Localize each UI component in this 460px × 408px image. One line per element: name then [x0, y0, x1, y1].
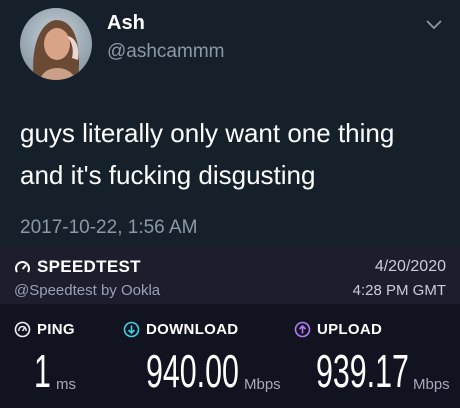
- result-time: 4:28 PM GMT: [352, 282, 446, 299]
- ping-value: 1: [34, 345, 51, 397]
- download-value: 940.00: [146, 345, 239, 397]
- gauge-icon: [14, 321, 31, 338]
- tweet-timestamp[interactable]: 2017-10-22, 1:56 AM: [20, 217, 197, 239]
- tweet-text: guys literally only want one thing and i…: [20, 112, 450, 196]
- tweet-card: Ash @ashcammm guys literally only want o…: [0, 0, 460, 246]
- arrow-down-circle-icon: [123, 321, 140, 338]
- speedtest-brand-label: SPEEDTEST: [37, 257, 141, 276]
- upload-label: UPLOAD: [294, 321, 382, 338]
- chevron-down-icon[interactable]: [425, 18, 443, 32]
- display-name[interactable]: Ash: [107, 12, 145, 35]
- speedtest-results: PING 1 ms DOWNLOAD 940.00 Mbps UPLOAD 93…: [0, 304, 460, 408]
- user-handle[interactable]: @ashcammm: [107, 41, 224, 63]
- speedtest-header: SPEEDTEST @Speedtest by Ookla 4/20/2020 …: [0, 246, 460, 304]
- download-label: DOWNLOAD: [123, 321, 238, 338]
- ping-label: PING: [14, 321, 75, 338]
- speedtest-brand: SPEEDTEST: [14, 257, 141, 277]
- download-unit: Mbps: [244, 376, 281, 393]
- arrow-up-circle-icon: [294, 321, 311, 338]
- speedtest-handle[interactable]: @Speedtest by Ookla: [14, 282, 160, 299]
- gauge-icon: [15, 260, 30, 273]
- avatar[interactable]: [20, 8, 92, 80]
- ping-unit: ms: [56, 376, 76, 393]
- ping-label-text: PING: [37, 321, 75, 338]
- upload-unit: Mbps: [413, 376, 450, 393]
- download-label-text: DOWNLOAD: [146, 321, 239, 338]
- tweet-text-line: guys literally only want one thing: [20, 118, 395, 148]
- upload-label-text: UPLOAD: [317, 321, 383, 338]
- upload-value: 939.17: [316, 345, 409, 397]
- tweet-text-line: and it's fucking disgusting: [20, 160, 316, 190]
- result-date: 4/20/2020: [374, 258, 446, 275]
